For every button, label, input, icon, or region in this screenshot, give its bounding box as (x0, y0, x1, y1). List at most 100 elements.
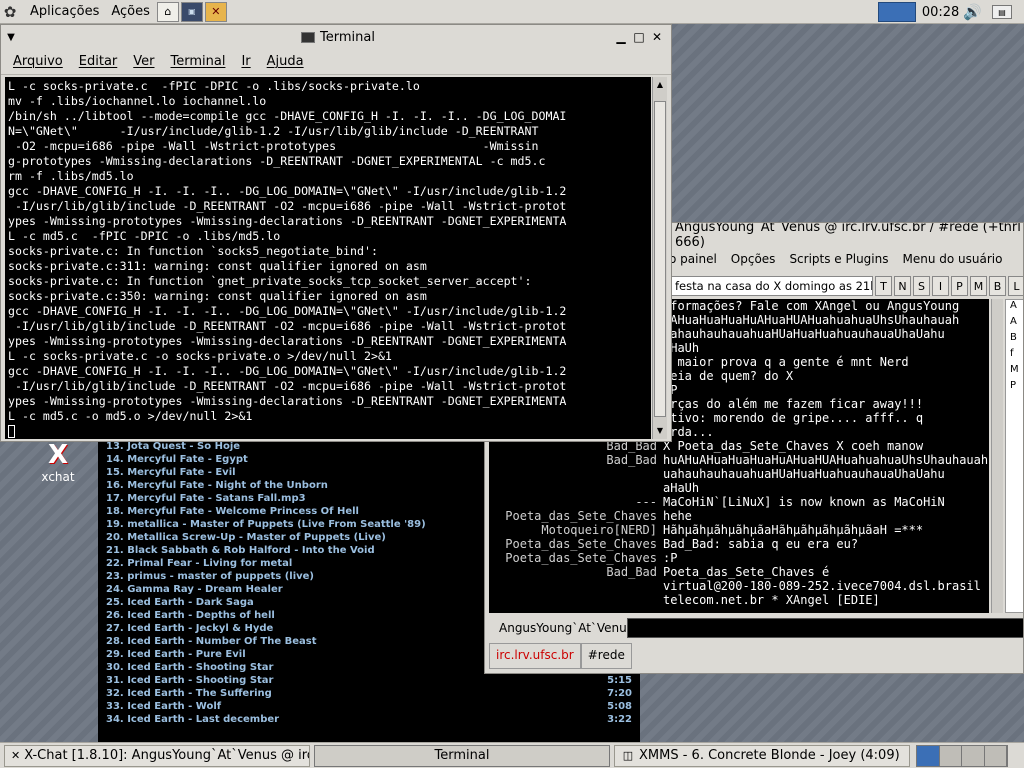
topic-row: festa na casa do X domingo as 21h TNSIPM… (671, 275, 1023, 297)
terminal-window: ▼ Terminal ▁ □ ✕ Arquivo Editar Ver Term… (0, 24, 672, 442)
menu-panel[interactable]: o painel (669, 252, 717, 266)
terminal-scrollbar[interactable]: ▲ ▼ (652, 77, 667, 439)
actions-menu[interactable]: Ações (105, 0, 156, 24)
terminal-line: socks-private.c:311: warning: const qual… (8, 259, 427, 273)
menu-options[interactable]: Opções (731, 252, 776, 266)
chat-line: Poeta_das_Sete_Chaves hehe (489, 509, 989, 523)
keyboard-icon[interactable]: ▤ (992, 5, 1012, 19)
chat-nick[interactable]: Poeta_das_Sete_Chaves (489, 551, 663, 565)
terminal-line: L -c md5.c -o md5.o >/dev/null 2>&1 (8, 409, 253, 423)
playlist-duration: 7:20 (607, 688, 632, 699)
nick-list-item[interactable]: A (1006, 300, 1023, 316)
chat-nick[interactable] (489, 579, 663, 593)
nick-button[interactable]: AngusYoung`At`Venus (489, 621, 633, 635)
terminal-line: -O2 -mcpu=i686 -pipe -Wall -Wstrict-prot… (8, 139, 539, 153)
tab-channel[interactable]: #rede (580, 643, 632, 669)
chat-nick[interactable] (489, 481, 663, 495)
tab-server[interactable]: irc.lrv.ufsc.br (489, 643, 581, 669)
playlist-row[interactable]: 31. Iced Earth - Shooting Star 5:15 (98, 674, 640, 687)
mode-button-b[interactable]: B (989, 276, 1006, 296)
workspace-3[interactable] (962, 745, 985, 766)
chat-nick[interactable]: Motoqueiro[NERD] (489, 523, 663, 537)
nick-list-item[interactable]: P (1006, 380, 1023, 396)
top-panel: ✿ Aplicações Ações ⌂ ▭ ▣ ✕ 00:28 🔊 ▤ (0, 0, 1024, 442)
menu-editar[interactable]: Editar (79, 54, 118, 69)
xmms-launcher-icon[interactable]: ▣ (180, 1, 203, 22)
terminal-prompt[interactable] (8, 424, 651, 439)
applications-menu[interactable]: Aplicações (24, 0, 105, 24)
chat-message: Bad_Bad: sabia q eu era eu? (663, 537, 859, 551)
chat-message: hehe (663, 509, 692, 523)
terminal-titlebar[interactable]: ▼ Terminal ▁ □ ✕ (1, 25, 671, 49)
message-input[interactable] (627, 618, 1023, 638)
chat-line: Poeta_das_Sete_Chaves:P (489, 551, 989, 565)
chat-nick[interactable]: Bad_Bad (489, 565, 663, 579)
maximize-icon[interactable]: □ (631, 29, 647, 45)
mode-button-l[interactable]: L (1008, 276, 1023, 296)
terminal-line: -I/usr/lib/glib/include -D_REENTRANT -O2… (8, 319, 567, 333)
terminal-line: gcc -DHAVE_CONFIG_H -I. -I. -I.. -DG_LOG… (8, 184, 567, 198)
playlist-row[interactable]: 34. Iced Earth - Last december 3:22 (98, 713, 640, 726)
chat-nick[interactable] (489, 593, 663, 607)
nick-list[interactable]: A A B f M P (1005, 299, 1023, 613)
nick-list-item[interactable]: M (1006, 364, 1023, 380)
chat-message: uahauhauhauahuaHUaHuaHuahuauhauaUhaUahu (663, 467, 945, 481)
volume-icon[interactable]: 🔊 (963, 3, 982, 21)
terminal-output[interactable]: L -c socks-private.c -fPIC -DPIC -o .lib… (5, 77, 651, 439)
workspace-1[interactable] (917, 745, 940, 766)
nick-list-item[interactable]: f (1006, 348, 1023, 364)
nick-list-item[interactable]: A (1006, 316, 1023, 332)
panel-tray: 00:28 🔊 ▤ (877, 0, 1024, 24)
mode-button-t[interactable]: T (875, 276, 892, 296)
chat-nick[interactable]: Bad_Bad (489, 453, 663, 467)
chat-nick[interactable] (489, 467, 663, 481)
terminal-line: socks-private.c: In function `gnet_priva… (8, 274, 532, 288)
menu-terminal[interactable]: Terminal (171, 54, 226, 69)
task-xchat[interactable]: ✕ X-Chat [1.8.10]: AngusYoung`At`Venus @… (4, 744, 310, 767)
gnome-foot-icon[interactable]: ✿ (0, 2, 20, 22)
nick-list-item[interactable]: B (1006, 332, 1023, 348)
mode-button-i[interactable]: I (932, 276, 949, 296)
menu-user[interactable]: Menu do usuário (903, 252, 1003, 266)
playlist-title: 31. Iced Earth - Shooting Star (106, 675, 274, 686)
chat-nick[interactable]: Poeta_das_Sete_Chaves (489, 537, 663, 551)
chat-line: aHaUh (489, 481, 989, 495)
terminal-line: rm -f .libs/md5.lo (8, 169, 134, 183)
scroll-down-icon[interactable]: ▼ (654, 425, 666, 437)
xchat-desktop-icon[interactable]: X xchat (28, 440, 88, 484)
scroll-thumb[interactable] (654, 101, 666, 417)
menu-arquivo[interactable]: Arquivo (13, 54, 63, 69)
chat-message: otivo: morendo de gripe.... afff.. q (663, 411, 924, 425)
chat-nick[interactable]: --- (489, 495, 663, 509)
workspace-4[interactable] (984, 745, 1007, 766)
mode-button-s[interactable]: S (913, 276, 930, 296)
chat-nick[interactable]: Poeta_das_Sete_Chaves (489, 509, 663, 523)
playlist-row[interactable]: 32. Iced Earth - The Suffering 7:20 (98, 687, 640, 700)
clock[interactable]: 00:28 (922, 5, 959, 20)
topic-field[interactable]: festa na casa do X domingo as 21h (671, 276, 873, 296)
window-menu-icon[interactable]: ▼ (1, 32, 21, 43)
home-launcher-icon[interactable]: ⌂ (156, 1, 179, 22)
close-icon[interactable]: ✕ (649, 29, 665, 45)
xmms-task-icon: ◫ (622, 749, 634, 762)
playlist-row[interactable]: 33. Iced Earth - Wolf 5:08 (98, 700, 640, 713)
workspace-2[interactable] (939, 745, 962, 766)
menu-ver[interactable]: Ver (133, 54, 154, 69)
task-terminal[interactable]: Terminal (314, 744, 610, 767)
chat-line: telecom.net.br * XAngel [EDIE] (489, 593, 989, 607)
mode-button-p[interactable]: P (951, 276, 968, 296)
terminal-line: socks-private.c: In function `socks5_neg… (8, 244, 378, 258)
menu-scripts-plugins[interactable]: Scripts e Plugins (789, 252, 888, 266)
task-xmms[interactable]: ◫ XMMS - 6. Concrete Blonde - Joey (4:09… (614, 744, 910, 767)
chat-line: virtual@200-180-089-252.ivece7004.dsl.br… (489, 579, 989, 593)
tools-launcher-icon[interactable]: ✕ (204, 1, 227, 22)
menu-ajuda[interactable]: Ajuda (267, 54, 304, 69)
mode-button-m[interactable]: M (970, 276, 987, 296)
scroll-up-icon[interactable]: ▲ (654, 79, 666, 91)
menu-ir[interactable]: Ir (241, 54, 250, 69)
minimize-icon[interactable]: ▁ (613, 29, 629, 45)
workspace-applet[interactable] (877, 2, 916, 22)
mode-button-n[interactable]: N (894, 276, 911, 296)
chat-scrollbar[interactable] (991, 299, 1003, 613)
xchat-desktop-label: xchat (41, 470, 75, 484)
